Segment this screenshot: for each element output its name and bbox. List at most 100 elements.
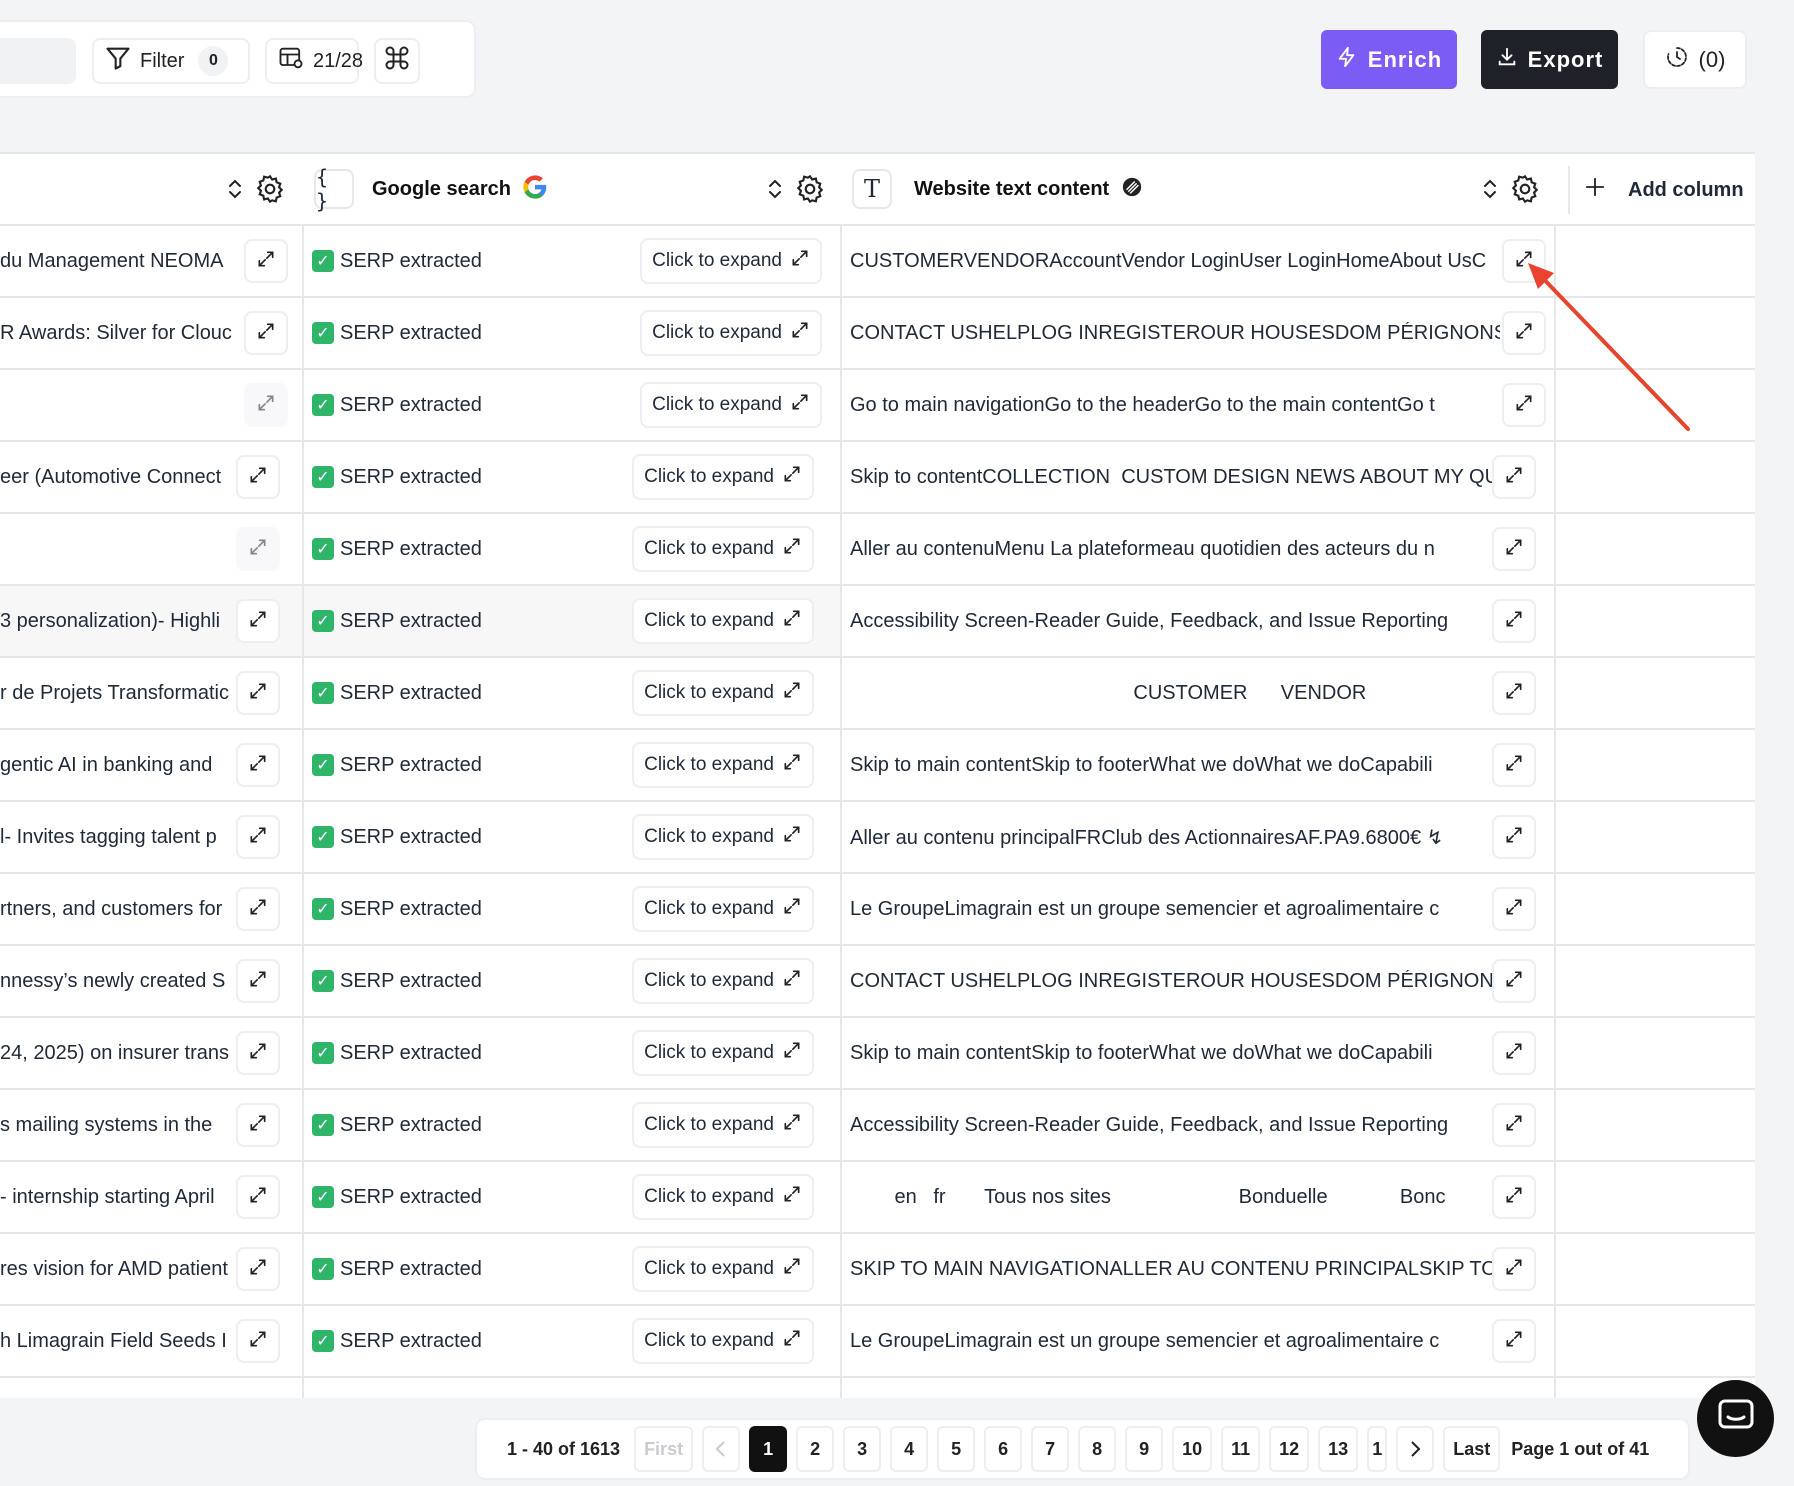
click-to-expand-button[interactable]: Click to expand <box>632 1318 814 1364</box>
expand-cell-button[interactable] <box>244 383 288 427</box>
click-to-expand-button[interactable]: Click to expand <box>632 1174 814 1220</box>
expand-cell-button[interactable] <box>1492 815 1536 859</box>
expand-cell-button[interactable] <box>1492 455 1536 499</box>
expand-cell-button[interactable] <box>1502 311 1546 355</box>
cell-previous-column[interactable] <box>0 370 302 440</box>
cell-previous-column[interactable]: R Awards: Silver for Clouc <box>0 298 302 368</box>
cell-website-text[interactable]: Accessibility Screen-Reader Guide, Feedb… <box>842 1090 1554 1160</box>
cell-website-text[interactable]: Le GroupeLimagrain est un groupe semenci… <box>842 1306 1554 1376</box>
page-button[interactable]: 11 <box>1221 1426 1261 1472</box>
click-to-expand-button[interactable]: Click to expand <box>640 310 822 356</box>
page-button[interactable]: 4 <box>890 1426 929 1472</box>
click-to-expand-button[interactable]: Click to expand <box>632 886 814 932</box>
expand-cell-button[interactable] <box>1492 743 1536 787</box>
page-button[interactable]: 1 <box>1367 1426 1388 1472</box>
expand-cell-button[interactable] <box>1492 1175 1536 1219</box>
expand-cell-button[interactable] <box>236 1319 280 1363</box>
cell-google-search[interactable]: ✓ SERP extracted Click to expand <box>304 946 840 1016</box>
click-to-expand-button[interactable]: Click to expand <box>632 526 814 572</box>
expand-cell-button[interactable] <box>1492 1247 1536 1291</box>
cell-google-search[interactable]: ✓ SERP extracted Click to expand <box>304 1162 840 1232</box>
cell-google-search[interactable]: ✓ SERP extracted Click to expand <box>304 370 840 440</box>
expand-cell-button[interactable] <box>236 1031 280 1075</box>
columns-visibility-button[interactable]: 21/28 <box>265 38 363 84</box>
cell-website-text[interactable]: en fr Tous nos sites Bonduelle Bonc <box>842 1162 1554 1232</box>
cell-google-search[interactable]: ✓ SERP extracted Click to expand <box>304 586 840 656</box>
cell-previous-column[interactable]: 3 personalization)- Highli <box>0 586 302 656</box>
cell-previous-column[interactable] <box>0 514 302 584</box>
expand-cell-button[interactable] <box>236 455 280 499</box>
expand-cell-button[interactable] <box>1492 887 1536 931</box>
page-button[interactable]: 3 <box>843 1426 882 1472</box>
command-button[interactable] <box>374 38 420 84</box>
prev-page-button[interactable] <box>702 1426 741 1472</box>
export-button[interactable]: Export <box>1481 30 1618 89</box>
cell-previous-column[interactable]: h Limagrain Field Seeds I <box>0 1306 302 1376</box>
sort-icon[interactable] <box>228 177 242 201</box>
cell-website-text[interactable]: Skip to main contentSkip to footerWhat w… <box>842 1018 1554 1088</box>
cell-google-search[interactable]: ✓ SERP extracted Click to expand <box>304 514 840 584</box>
cell-website-text[interactable]: Go to main navigationGo to the headerGo … <box>842 370 1554 440</box>
expand-cell-button[interactable] <box>1492 1319 1536 1363</box>
expand-cell-button[interactable] <box>1492 671 1536 715</box>
expand-cell-button[interactable] <box>236 1247 280 1291</box>
cell-website-text[interactable]: Skip to contentCOLLECTION CUSTOM DESIGN … <box>842 442 1554 512</box>
expand-cell-button[interactable] <box>1492 1031 1536 1075</box>
cell-google-search[interactable]: ✓ SERP extracted Click to expand <box>304 1306 840 1376</box>
cell-google-search[interactable]: ✓ SERP extracted Click to expand <box>304 802 840 872</box>
cell-previous-column[interactable]: s mailing systems in the <box>0 1090 302 1160</box>
sort-icon[interactable] <box>1483 177 1497 201</box>
first-page-button[interactable]: First <box>634 1426 694 1472</box>
cell-google-search[interactable]: ✓ SERP extracted Click to expand <box>304 658 840 728</box>
expand-cell-button[interactable] <box>236 1175 280 1219</box>
cell-website-text[interactable]: CONTACT USHELPLOG INREGISTEROUR HOUSESDO… <box>842 946 1554 1016</box>
enrich-button[interactable]: Enrich <box>1321 30 1457 89</box>
cell-google-search[interactable]: ✓ SERP extracted Click to expand <box>304 730 840 800</box>
page-button[interactable]: 12 <box>1269 1426 1310 1472</box>
cell-website-text[interactable]: Accessibility Screen-Reader Guide, Feedb… <box>842 586 1554 656</box>
add-column-button[interactable]: Add column <box>1568 166 1754 214</box>
gear-icon[interactable] <box>794 173 826 205</box>
next-page-button[interactable] <box>1396 1426 1435 1472</box>
sort-icon[interactable] <box>768 177 782 201</box>
cell-previous-column[interactable]: gentic AI in banking and <box>0 730 302 800</box>
cell-website-text[interactable]: SKIP TO MAIN NAVIGATIONALLER AU CONTENU … <box>842 1234 1554 1304</box>
page-button[interactable]: 10 <box>1172 1426 1213 1472</box>
cell-previous-column[interactable]: r de Projets Transformatic <box>0 658 302 728</box>
cell-previous-column[interactable]: nnessy’s newly created S <box>0 946 302 1016</box>
cell-google-search[interactable]: ✓ SERP extracted Click to expand <box>304 298 840 368</box>
cell-previous-column[interactable]: eer (Automotive Connect <box>0 442 302 512</box>
expand-cell-button[interactable] <box>236 671 280 715</box>
filter-button[interactable]: Filter 0 <box>92 38 250 84</box>
cell-previous-column[interactable]: 24, 2025) on insurer trans <box>0 1018 302 1088</box>
expand-cell-button[interactable] <box>1492 599 1536 643</box>
cell-google-search[interactable]: ✓ SERP extracted Click to expand <box>304 442 840 512</box>
click-to-expand-button[interactable]: Click to expand <box>632 454 814 500</box>
page-button[interactable]: 2 <box>796 1426 835 1472</box>
click-to-expand-button[interactable]: Click to expand <box>632 958 814 1004</box>
page-button[interactable]: 6 <box>984 1426 1023 1472</box>
click-to-expand-button[interactable]: Click to expand <box>632 742 814 788</box>
expand-cell-button[interactable] <box>236 959 280 1003</box>
expand-cell-button[interactable] <box>236 815 280 859</box>
history-button[interactable]: (0) <box>1643 30 1747 89</box>
expand-cell-button[interactable] <box>1492 959 1536 1003</box>
cell-website-text[interactable]: CUSTOMER VENDOR <box>842 658 1554 728</box>
cell-google-search[interactable]: ✓ SERP extracted Click to expand <box>304 1018 840 1088</box>
click-to-expand-button[interactable]: Click to expand <box>640 238 822 284</box>
click-to-expand-button[interactable]: Click to expand <box>632 1102 814 1148</box>
cell-previous-column[interactable]: l- Invites tagging talent p <box>0 802 302 872</box>
expand-cell-button[interactable] <box>236 1103 280 1147</box>
cell-website-text[interactable]: Aller au contenuMenu La plateformeau quo… <box>842 514 1554 584</box>
cell-google-search[interactable]: ✓ SERP extracted Click to expand <box>304 1234 840 1304</box>
click-to-expand-button[interactable]: Click to expand <box>640 382 822 428</box>
click-to-expand-button[interactable]: Click to expand <box>632 814 814 860</box>
cell-website-text[interactable]: CUSTOMERVENDORAccountVendor LoginUser Lo… <box>842 226 1554 296</box>
expand-cell-button[interactable] <box>1502 239 1546 283</box>
click-to-expand-button[interactable]: Click to expand <box>632 1246 814 1292</box>
cell-google-search[interactable]: ✓ SERP extracted Click to expand <box>304 226 840 296</box>
search-input[interactable] <box>0 38 76 84</box>
gear-icon[interactable] <box>254 173 286 205</box>
column-header-google-search[interactable]: { } Google search <box>314 154 549 224</box>
expand-cell-button[interactable] <box>236 887 280 931</box>
